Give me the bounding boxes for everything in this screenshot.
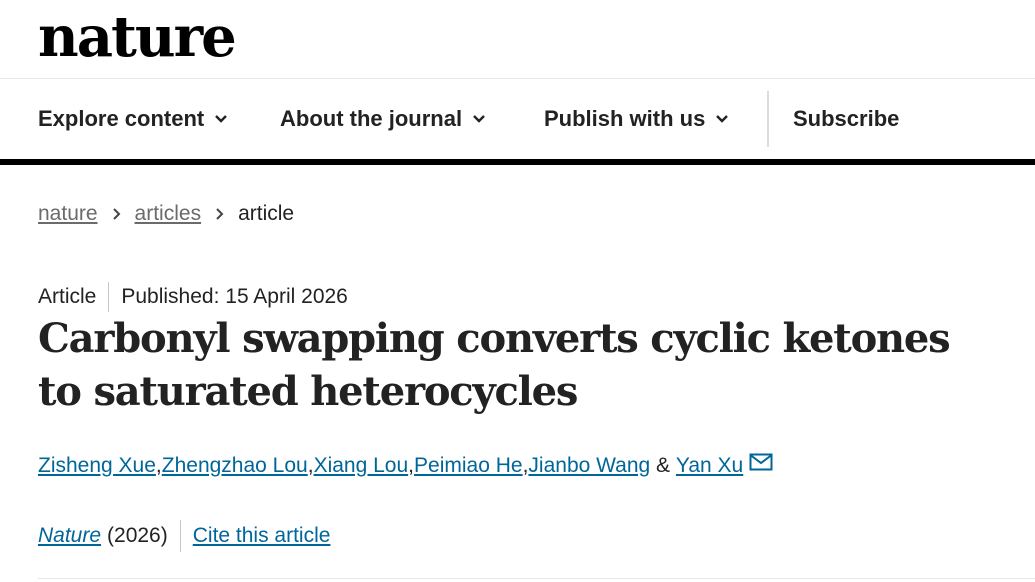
nav-label: Explore content xyxy=(38,106,205,131)
nav-label: About the journal xyxy=(280,106,463,131)
breadcrumb-current: article xyxy=(238,202,295,225)
publication-year: (2026) xyxy=(107,524,168,547)
published-date: Published: 15 April 2026 xyxy=(121,285,348,308)
chevron-down-icon xyxy=(214,114,228,124)
journal-link[interactable]: Nature xyxy=(38,524,101,548)
divider xyxy=(38,578,1035,579)
article-type: Article xyxy=(38,285,97,308)
divider xyxy=(108,282,110,312)
author-link[interactable]: Xiang Lou xyxy=(314,454,409,478)
chevron-right-icon xyxy=(112,207,121,221)
citation-line: Nature (2026) Cite this article xyxy=(38,520,330,552)
nav-subscribe[interactable]: Subscribe xyxy=(793,79,899,159)
nature-logo[interactable]: nature xyxy=(38,4,237,70)
nav-label: Publish with us xyxy=(544,106,706,131)
breadcrumb: nature articles article xyxy=(38,199,294,229)
author-link[interactable]: Peimiao He xyxy=(414,454,523,478)
cite-article-link[interactable]: Cite this article xyxy=(193,524,331,548)
divider xyxy=(179,520,181,552)
nav-explore-content[interactable]: Explore content xyxy=(38,79,228,159)
chevron-down-icon xyxy=(715,114,729,124)
site-header: nature xyxy=(0,0,1035,79)
main-navigation: Explore content About the journal Publis… xyxy=(0,79,1035,165)
breadcrumb-link-articles[interactable]: articles xyxy=(135,202,202,226)
nav-divider xyxy=(767,91,769,147)
breadcrumb-link-nature[interactable]: nature xyxy=(38,202,98,226)
chevron-right-icon xyxy=(215,207,224,221)
email-icon[interactable] xyxy=(749,453,773,471)
author-final-separator: & xyxy=(650,454,676,477)
author-link[interactable]: Yan Xu xyxy=(676,454,743,478)
author-link[interactable]: Zhengzhao Lou xyxy=(162,454,308,478)
author-list: Zisheng Xue, Zhengzhao Lou, Xiang Lou, P… xyxy=(38,451,773,481)
article-title: Carbonyl swapping converts cyclic ketone… xyxy=(38,315,951,415)
nav-publish-with-us[interactable]: Publish with us xyxy=(544,79,729,159)
nav-about-journal[interactable]: About the journal xyxy=(280,79,486,159)
author-link[interactable]: Zisheng Xue xyxy=(38,454,156,478)
article-meta: Article Published: 15 April 2026 xyxy=(38,282,348,312)
nav-label: Subscribe xyxy=(793,106,900,131)
chevron-down-icon xyxy=(472,114,486,124)
author-link[interactable]: Jianbo Wang xyxy=(528,454,650,478)
